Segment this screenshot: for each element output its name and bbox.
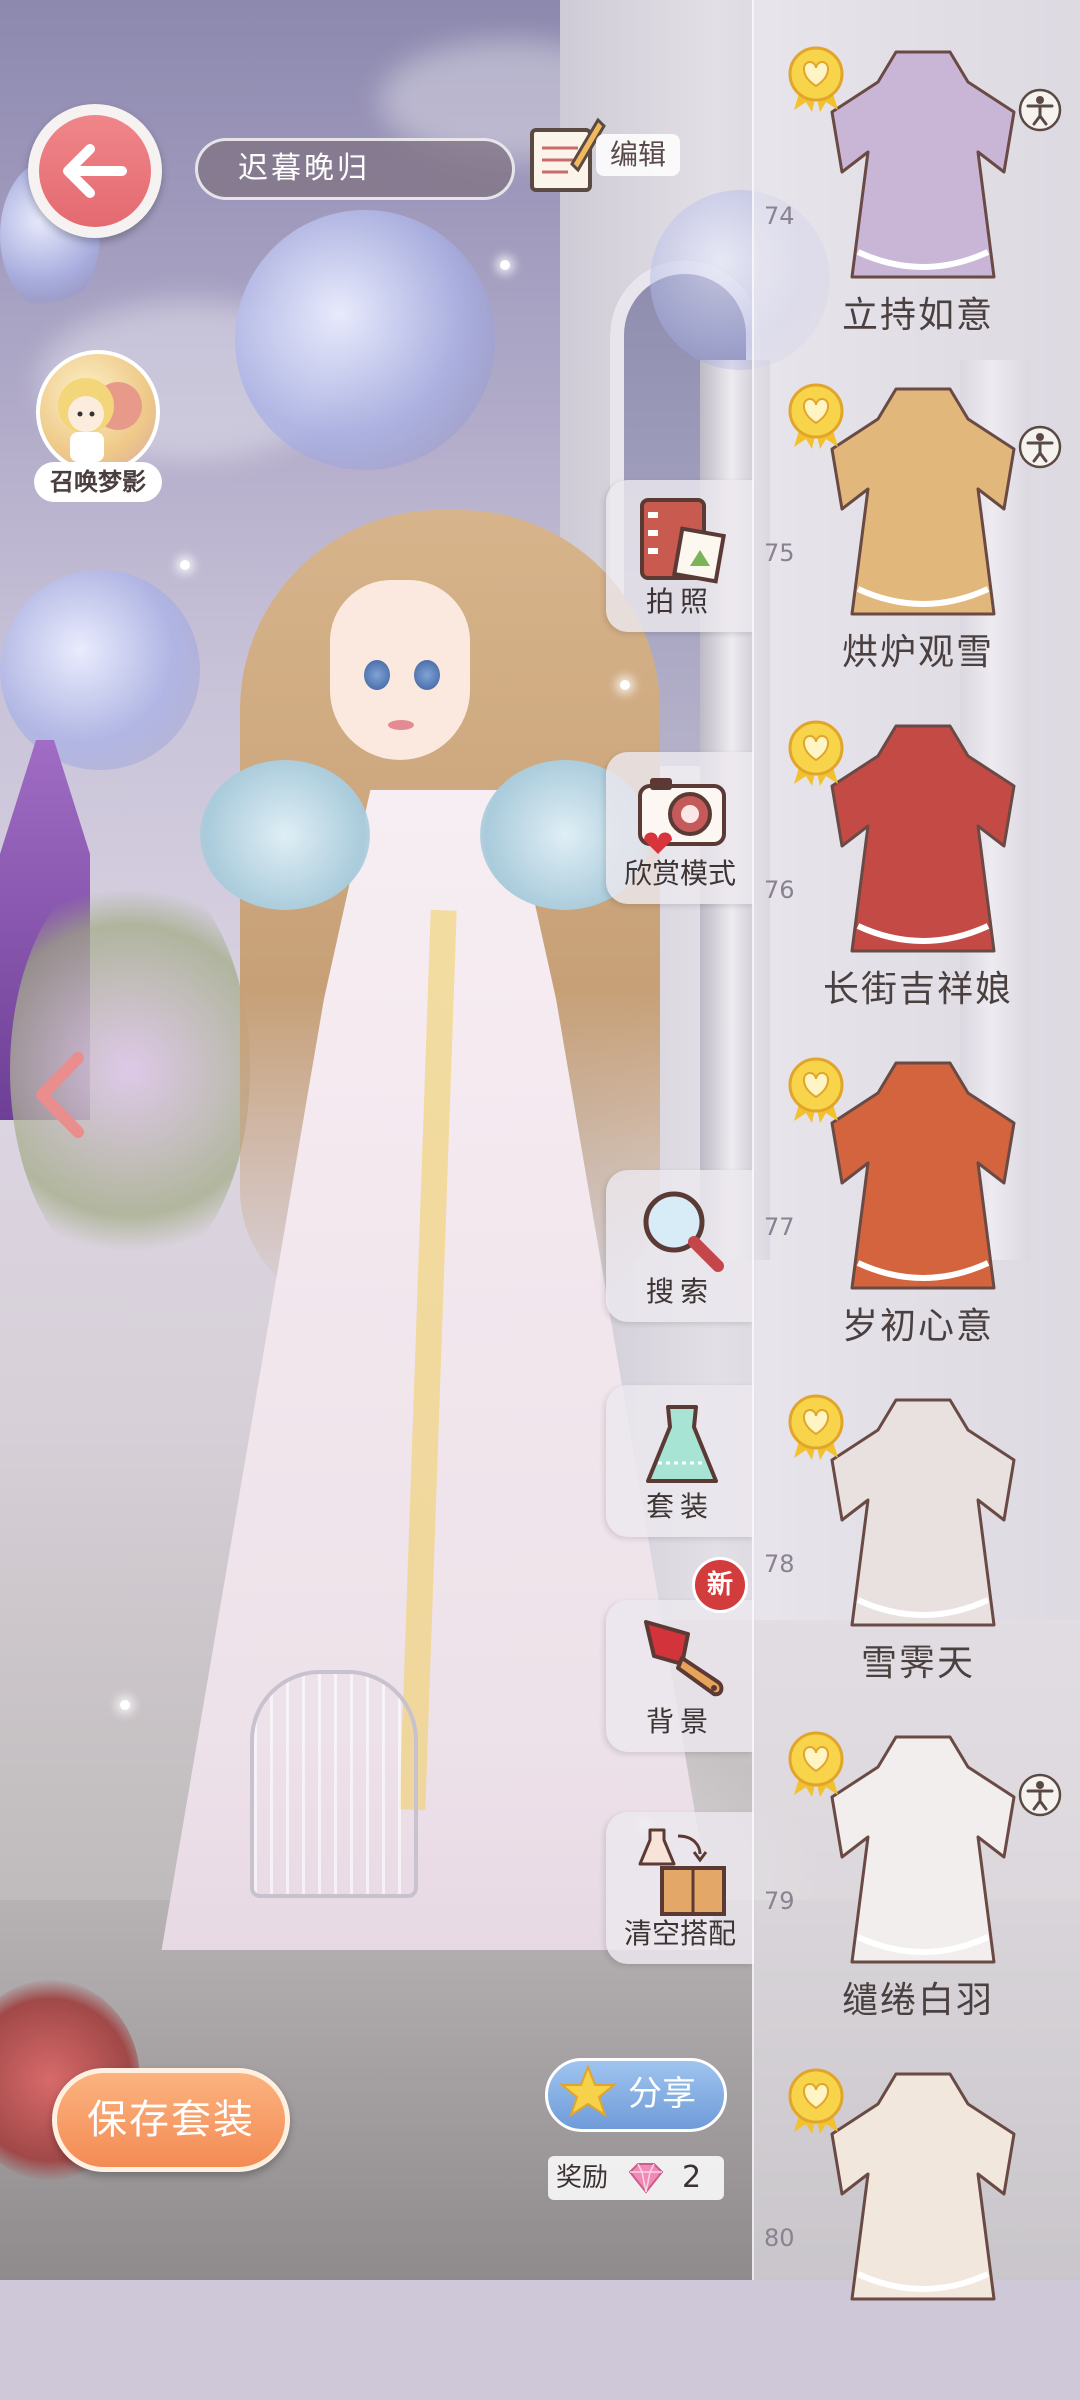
sparkle	[120, 1700, 130, 1710]
outfit-number: 75	[764, 539, 795, 567]
photo-album-icon	[640, 498, 726, 584]
outfit-item[interactable]: 76 长街吉祥娘	[754, 716, 1080, 1052]
clear-outfit-button[interactable]: 清空搭配	[606, 1812, 754, 1964]
suit-tool-label: 套装	[645, 1490, 714, 1523]
outfit-number: 74	[764, 202, 795, 230]
birdcage-prop	[250, 1670, 418, 1898]
notepad-pencil-icon	[530, 117, 606, 192]
edit-button[interactable]: 编辑	[526, 112, 686, 196]
outfit-name-field[interactable]: 迟暮晚归	[195, 138, 515, 200]
suit-tool-button[interactable]: 套装	[606, 1385, 754, 1537]
outfit-name: 烘炉观雪	[841, 632, 994, 673]
outfit-thumbnail	[830, 2072, 1016, 2301]
edit-label: 编辑	[596, 134, 680, 176]
outfit-item[interactable]: 77 岁初心意	[754, 1053, 1080, 1389]
favorite-heart-badge-icon	[788, 383, 844, 449]
favorite-heart-badge-icon	[788, 2068, 844, 2134]
outfit-number: 78	[764, 1550, 795, 1578]
character-face	[330, 580, 470, 760]
favorite-heart-badge-icon	[788, 1057, 844, 1123]
summon-label: 召唤梦影	[34, 462, 162, 502]
outfit-thumbnail	[830, 387, 1016, 616]
outfit-number: 79	[764, 1887, 795, 1915]
star-share-icon	[559, 2064, 617, 2118]
outfit-list[interactable]: 74 立持如意 75 烘炉观雪 76 长街吉祥娘 77 岁初心意 78 雪霁天 79 缱绻白羽 80	[752, 0, 1080, 2301]
favorite-heart-badge-icon	[788, 720, 844, 786]
clear-outfit-label: 清空搭配	[623, 1917, 736, 1950]
new-badge: 新	[692, 1557, 748, 1613]
appreciate-mode-button[interactable]: 欣赏模式	[606, 752, 754, 904]
outfit-number: 76	[764, 876, 795, 904]
reward-count: 2	[682, 2160, 702, 2195]
outfit-item[interactable]: 75 烘炉观雪	[754, 379, 1080, 715]
back-button[interactable]	[28, 104, 162, 238]
search-tool-button[interactable]: 搜索	[606, 1170, 754, 1322]
outfit-name: 岁初心意	[841, 1306, 994, 1347]
save-outfit-button[interactable]: 保存套装	[52, 2068, 290, 2172]
sparkle	[500, 260, 510, 270]
share-reward: 奖励 2	[548, 2156, 724, 2200]
favorite-heart-badge-icon	[788, 46, 844, 112]
outfit-thumbnail	[830, 1061, 1016, 1290]
outfit-thumbnail	[830, 1735, 1016, 1964]
outfit-item[interactable]: 79 缱绻白羽	[754, 1727, 1080, 2063]
share-label: 分享	[628, 2074, 696, 2114]
reward-label: 奖励	[556, 2163, 609, 2193]
background-tool-button[interactable]: 背景	[606, 1600, 754, 1752]
sparkle	[180, 560, 190, 570]
outfit-number: 80	[764, 2224, 795, 2252]
pose-figure-icon[interactable]	[1018, 425, 1062, 469]
character-eye	[414, 660, 440, 690]
outfit-name: 雪霁天	[860, 1643, 975, 1684]
character-eye	[364, 660, 390, 690]
photo-tool-button[interactable]: 拍照	[606, 480, 754, 632]
background-tool-label: 背景	[645, 1705, 714, 1738]
pose-figure-icon[interactable]	[1018, 88, 1062, 132]
pink-gem-icon	[628, 2163, 664, 2194]
magnifier-icon	[643, 1191, 724, 1272]
favorite-heart-badge-icon	[788, 1394, 844, 1460]
outfit-item[interactable]: 78 雪霁天	[754, 1390, 1080, 1726]
pose-figure-icon[interactable]	[1018, 1773, 1062, 1817]
outfit-thumbnail	[830, 50, 1016, 279]
outfit-thumbnail	[830, 724, 1016, 953]
outfit-name: 缱绻白羽	[841, 1980, 994, 2021]
hanging-flower-ball	[235, 210, 495, 470]
share-button[interactable]: 分享	[545, 2058, 727, 2132]
outfit-number: 77	[764, 1213, 795, 1241]
paint-brush-icon	[644, 1620, 724, 1697]
fur-shawl-left	[200, 760, 370, 910]
favorite-heart-badge-icon	[788, 1731, 844, 1797]
summon-avatar	[36, 350, 160, 474]
sparkle	[620, 680, 630, 690]
dress-to-box-icon	[638, 1828, 726, 1916]
outfit-item[interactable]: 74 立持如意	[754, 42, 1080, 378]
outfit-thumbnail	[830, 1398, 1016, 1627]
back-button-face	[39, 115, 151, 227]
twin-girls-icon	[58, 378, 142, 462]
dress-icon	[646, 1405, 718, 1483]
summon-dream-shadow-button[interactable]: 召唤梦影	[28, 350, 168, 502]
arrow-left-icon	[63, 144, 127, 198]
camera-icon	[638, 778, 726, 854]
outfit-item[interactable]: 80	[754, 2064, 1080, 2400]
character-lips	[388, 720, 414, 730]
outfit-name: 立持如意	[841, 295, 994, 336]
appreciate-mode-label: 欣赏模式	[623, 857, 736, 890]
chevron-left-icon[interactable]	[30, 1050, 90, 1140]
photo-tool-label: 拍照	[645, 585, 714, 618]
outfit-name: 长街吉祥娘	[822, 969, 1013, 1010]
search-tool-label: 搜索	[645, 1275, 714, 1308]
